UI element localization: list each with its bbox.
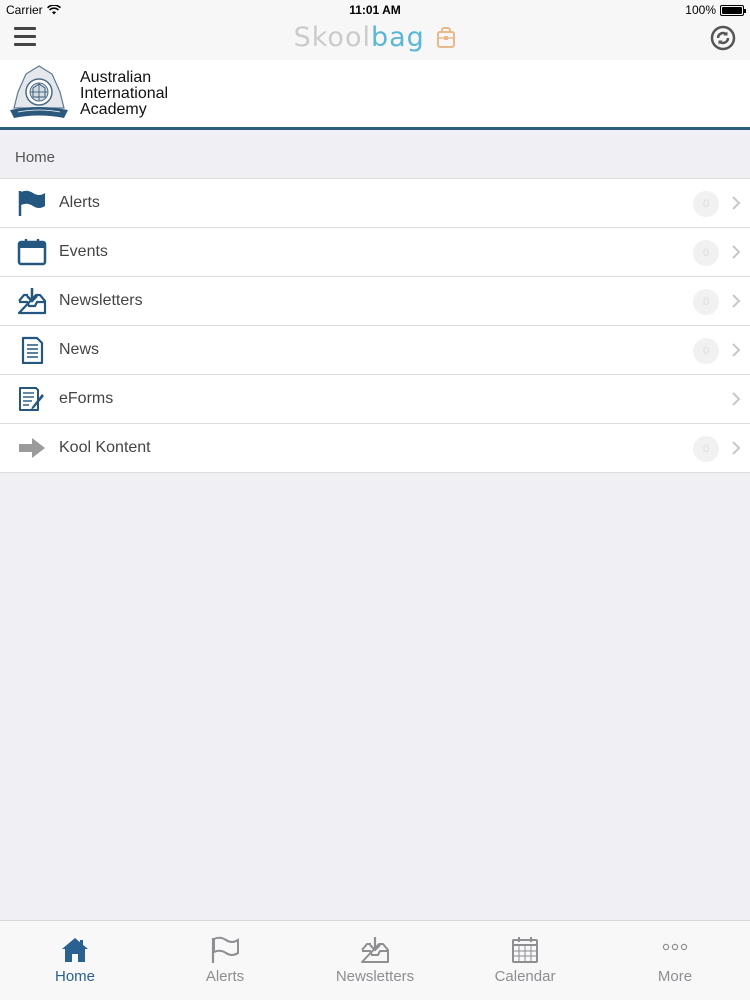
bag-icon [437, 27, 456, 48]
count-badge: 0 [693, 191, 719, 217]
menu-item-label: Newsletters [59, 292, 143, 309]
brand-text-bag: bag [370, 22, 425, 53]
flag-icon [211, 936, 239, 963]
count-badge: 0 [693, 436, 719, 462]
tab-label: Newsletters [335, 968, 415, 985]
chevron-right-icon [732, 343, 741, 357]
inbox-download-icon [361, 937, 389, 963]
menu-item-news[interactable]: News 0 [0, 326, 750, 375]
menu-item-eforms[interactable]: eForms [0, 375, 750, 424]
chevron-right-icon [732, 196, 741, 210]
status-bar: Carrier 11:01 AM 100% [0, 0, 750, 20]
inbox-download-icon [17, 288, 47, 315]
school-name-line: Academy [80, 101, 147, 118]
calendar-icon [512, 937, 538, 963]
tab-bar: Home Alerts Newsletters Calendar More [0, 920, 750, 1000]
count-badge: 0 [693, 289, 719, 315]
flag-icon [18, 190, 45, 216]
home-icon [62, 938, 88, 962]
breadcrumb-home: Home [15, 149, 56, 166]
menu-item-label: Alerts [59, 194, 100, 211]
sync-icon[interactable] [710, 25, 736, 51]
school-header: Australian International Academy [0, 60, 750, 130]
menu-item-newsletters[interactable]: Newsletters 0 [0, 277, 750, 326]
school-name: Australian International Academy [80, 70, 168, 118]
menu-item-kool-kontent[interactable]: Kool Kontent 0 [0, 424, 750, 473]
tab-label: Calendar [494, 968, 556, 985]
document-icon [21, 336, 44, 364]
more-icon [662, 943, 688, 951]
form-pencil-icon [19, 387, 44, 411]
count-badge: 0 [693, 338, 719, 364]
tab-label: More [657, 968, 693, 985]
count-badge: 0 [693, 240, 719, 266]
tab-home[interactable]: Home [0, 921, 150, 1000]
brand-text-skool: Skool [293, 22, 371, 53]
status-time: 11:01 AM [349, 3, 401, 17]
battery-fill [722, 6, 742, 14]
menu-item-label: Kool Kontent [59, 439, 151, 456]
tab-label: Home [54, 968, 95, 985]
battery-percent: 100% [685, 3, 716, 17]
menu-item-events[interactable]: Events 0 [0, 228, 750, 277]
arrow-right-icon [19, 438, 45, 458]
battery-info: 100% [685, 3, 746, 17]
nav-bar: Skoolbag [0, 20, 750, 60]
school-name-line: International [80, 85, 169, 102]
menu-item-label: News [59, 341, 100, 358]
chevron-right-icon [732, 294, 741, 308]
menu-list: Alerts 0 Events 0 Newsletters 0 News 0 e… [0, 178, 750, 473]
chevron-right-icon [732, 441, 741, 455]
menu-item-alerts[interactable]: Alerts 0 [0, 179, 750, 228]
tab-alerts[interactable]: Alerts [150, 921, 300, 1000]
school-name-line: Australian [80, 69, 152, 86]
tab-newsletters[interactable]: Newsletters [300, 921, 450, 1000]
tab-more[interactable]: More [600, 921, 750, 1000]
tab-label: Alerts [205, 968, 245, 985]
menu-item-label: eForms [59, 390, 114, 407]
tab-calendar[interactable]: Calendar [450, 921, 600, 1000]
calendar-icon [17, 239, 47, 266]
chevron-right-icon [732, 392, 741, 406]
breadcrumb: Home [0, 130, 750, 178]
menu-item-label: Events [59, 243, 108, 260]
chevron-right-icon [732, 245, 741, 259]
battery-icon [720, 4, 746, 16]
school-crest-logo [10, 65, 68, 118]
brand-logo: Skoolbag [0, 22, 750, 53]
